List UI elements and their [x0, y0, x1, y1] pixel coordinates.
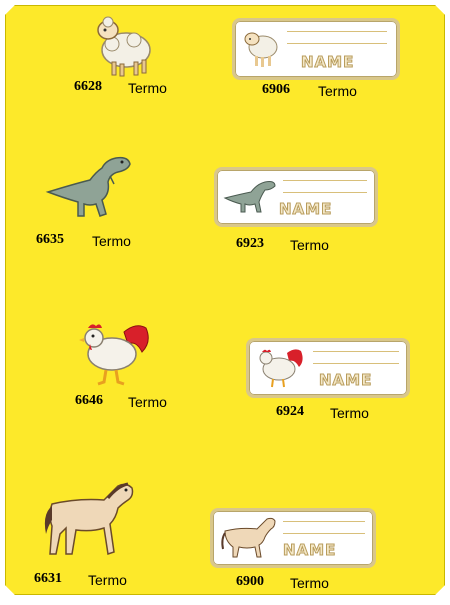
item-type: Termo — [290, 237, 329, 253]
name-label-patch: NAME — [210, 508, 376, 568]
rooster-patch-icon — [79, 324, 149, 386]
item-code: 6924 — [276, 404, 304, 419]
name-label-patch: NAME — [232, 18, 400, 80]
label-name-text: NAME — [278, 200, 333, 219]
item-type: Termo — [128, 80, 167, 96]
horse-icon — [221, 517, 276, 558]
item-type: Termo — [330, 405, 369, 421]
item-code: 6906 — [262, 82, 290, 97]
dinosaur-icon — [223, 181, 276, 213]
sheep-icon — [244, 32, 278, 67]
label-name-text: NAME — [318, 371, 373, 390]
rooster-icon — [259, 349, 303, 388]
item-type: Termo — [290, 575, 329, 591]
item-code: 6923 — [236, 236, 264, 251]
dinosaur-patch-icon — [45, 156, 131, 217]
label-name-text: NAME — [300, 53, 355, 72]
item-code: 6631 — [34, 571, 62, 586]
item-code: 6635 — [36, 232, 64, 247]
item-type: Termo — [88, 572, 127, 588]
item-code: 6628 — [74, 79, 102, 94]
page-corner — [0, 0, 15, 15]
sheep-patch-icon — [97, 16, 151, 77]
item-code: 6900 — [236, 574, 264, 589]
name-label-patch: NAME — [246, 338, 410, 398]
label-name-text: NAME — [282, 541, 337, 560]
item-type: Termo — [128, 394, 167, 410]
page-corner — [435, 585, 450, 605]
item-type: Termo — [92, 233, 131, 249]
page-corner — [435, 0, 450, 15]
horse-patch-icon — [44, 482, 134, 555]
page-corner — [0, 585, 15, 605]
item-type: Termo — [318, 83, 357, 99]
item-code: 6646 — [75, 393, 103, 408]
name-label-patch: NAME — [214, 167, 378, 227]
